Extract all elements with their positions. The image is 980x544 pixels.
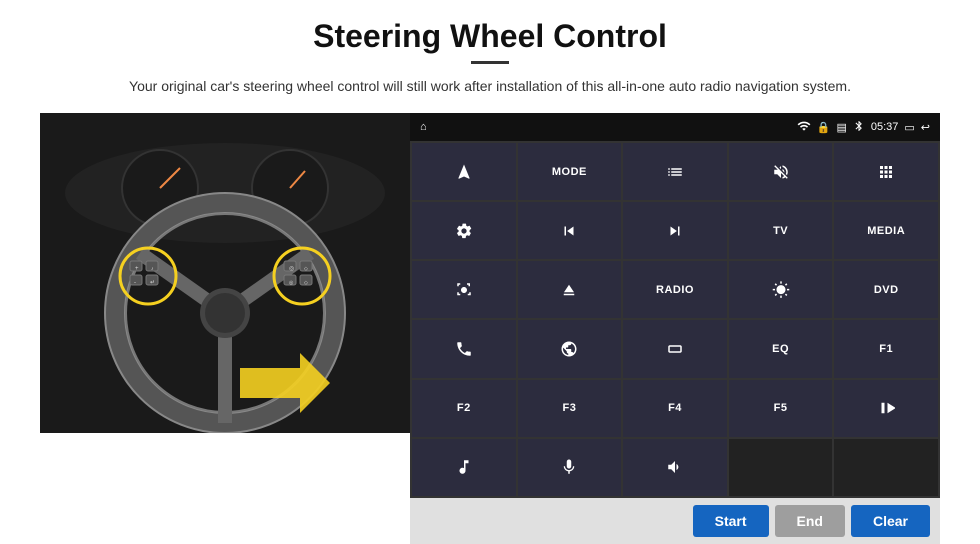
- svg-text:+: +: [135, 266, 139, 272]
- internet-btn[interactable]: [518, 320, 622, 377]
- f2-btn[interactable]: F2: [412, 380, 516, 437]
- media-btn[interactable]: MEDIA: [834, 202, 938, 259]
- svg-text:-: -: [134, 280, 136, 286]
- sim-icon: ▤: [836, 121, 846, 134]
- svg-text:◎: ◎: [289, 280, 294, 286]
- f1-btn[interactable]: F1: [834, 320, 938, 377]
- svg-text:◇: ◇: [304, 266, 308, 272]
- brightness-btn[interactable]: [729, 261, 833, 318]
- dvd-btn[interactable]: DVD: [834, 261, 938, 318]
- status-right: 🔒 ▤ 05:37 ▭ ↩: [797, 119, 930, 136]
- eject-btn[interactable]: [518, 261, 622, 318]
- bluetooth-icon: [853, 119, 865, 136]
- clear-button[interactable]: Clear: [851, 505, 930, 537]
- prev-btn[interactable]: [518, 202, 622, 259]
- home-icon: ⌂: [420, 121, 427, 133]
- content-row: + ♪ - ↵ ◎ ◇ ◎ ◇: [40, 113, 940, 544]
- tv-btn[interactable]: TV: [729, 202, 833, 259]
- f4-btn[interactable]: F4: [623, 380, 727, 437]
- time-display: 05:37: [871, 121, 899, 133]
- apps-btn[interactable]: [834, 143, 938, 200]
- cam360-btn[interactable]: [412, 261, 516, 318]
- svg-text:◇: ◇: [304, 280, 308, 286]
- phone-btn[interactable]: [412, 320, 516, 377]
- steering-wheel-image: + ♪ - ↵ ◎ ◇ ◎ ◇: [40, 113, 410, 433]
- svg-text:◎: ◎: [289, 266, 294, 272]
- radio-btn[interactable]: RADIO: [623, 261, 727, 318]
- status-left: ⌂: [420, 121, 427, 133]
- svg-text:↵: ↵: [150, 280, 155, 286]
- next-btn[interactable]: [623, 202, 727, 259]
- f5-btn[interactable]: F5: [729, 380, 833, 437]
- page-title: Steering Wheel Control: [313, 18, 667, 55]
- bottom-action-bar: Start End Clear: [410, 498, 940, 544]
- button-grid: MODE TV: [410, 141, 940, 498]
- end-button[interactable]: End: [775, 505, 845, 537]
- f3-btn[interactable]: F3: [518, 380, 622, 437]
- page-subtitle: Your original car's steering wheel contr…: [129, 76, 851, 97]
- mic-btn[interactable]: [518, 439, 622, 496]
- empty-btn-2: [834, 439, 938, 496]
- vol-phone-btn[interactable]: [623, 439, 727, 496]
- screen-icon: ▭: [904, 121, 914, 134]
- play-pause-btn[interactable]: [834, 380, 938, 437]
- status-bar: ⌂ 🔒 ▤ 05:37 ▭ ↩: [410, 113, 940, 141]
- control-panel: ⌂ 🔒 ▤ 05:37 ▭ ↩: [410, 113, 940, 544]
- back-icon: ↩: [921, 121, 930, 134]
- list-btn[interactable]: [623, 143, 727, 200]
- nav-btn[interactable]: [412, 143, 516, 200]
- mute-btn[interactable]: [729, 143, 833, 200]
- page-container: Steering Wheel Control Your original car…: [0, 0, 980, 544]
- start-button[interactable]: Start: [693, 505, 769, 537]
- title-divider: [471, 61, 509, 64]
- aspect-btn[interactable]: [623, 320, 727, 377]
- lock-icon: 🔒: [817, 121, 831, 134]
- settings-btn[interactable]: [412, 202, 516, 259]
- eq-btn[interactable]: EQ: [729, 320, 833, 377]
- mode-btn[interactable]: MODE: [518, 143, 622, 200]
- wifi-icon: [797, 119, 811, 136]
- music-btn[interactable]: [412, 439, 516, 496]
- empty-btn-1: [729, 439, 833, 496]
